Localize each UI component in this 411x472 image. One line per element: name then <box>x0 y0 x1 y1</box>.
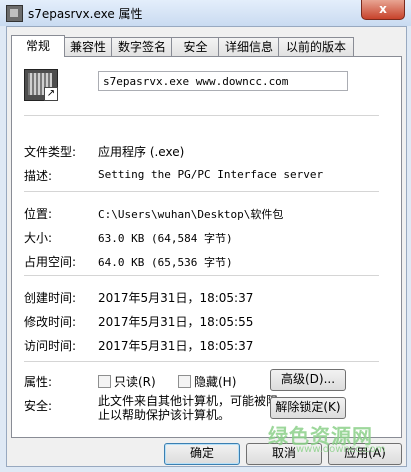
accessed-value: 2017年5月31日，18:05:37 <box>98 339 254 353</box>
apply-button[interactable]: 应用(A) <box>328 443 402 465</box>
shortcut-arrow-icon: ↗ <box>44 87 58 101</box>
hidden-checkbox[interactable] <box>178 375 191 388</box>
location-value: C:\Users\wuhan\Desktop\软件包 <box>98 208 284 221</box>
unblock-button[interactable]: 解除锁定(K) <box>270 397 346 419</box>
close-button[interactable]: x <box>361 0 405 20</box>
window-title: s7epasrvx.exe 属性 <box>28 7 143 21</box>
security-label: 安全: <box>24 399 53 413</box>
separator <box>24 361 379 362</box>
file-type-value: 应用程序 (.exe) <box>98 145 185 159</box>
modified-value: 2017年5月31日，18:05:55 <box>98 315 254 329</box>
advanced-button[interactable]: 高级(D)... <box>270 369 346 391</box>
separator <box>24 275 379 276</box>
created-label: 创建时间: <box>24 291 77 305</box>
readonly-label[interactable]: 只读(R) <box>114 373 156 390</box>
general-panel: ↗ s7epasrvx.exe www.downcc.com 文件类型: 应用程… <box>11 56 402 438</box>
tab-compatibility[interactable]: 兼容性 <box>63 37 113 56</box>
security-warning-text: 此文件来自其他计算机，可能被阻止以帮助保护该计算机。 <box>98 394 279 422</box>
title-bar: s7epasrvx.exe 属性 x <box>0 0 411 26</box>
dialog-frame: 常规 兼容性 数字签名 安全 详细信息 以前的版本 ↗ s7epasrvx.ex… <box>6 26 407 467</box>
disk-size-label: 占用空间: <box>24 255 77 269</box>
description-value: Setting the PG/PC Interface server <box>98 168 324 181</box>
disk-size-value: 64.0 KB (65,536 字节) <box>98 256 233 269</box>
hidden-label[interactable]: 隐藏(H) <box>194 373 236 390</box>
tab-details[interactable]: 详细信息 <box>218 37 280 56</box>
description-label: 描述: <box>24 169 53 183</box>
separator <box>24 191 379 192</box>
size-value: 63.0 KB (64,584 字节) <box>98 232 233 245</box>
created-value: 2017年5月31日，18:05:37 <box>98 291 254 305</box>
location-label: 位置: <box>24 207 53 221</box>
tab-security[interactable]: 安全 <box>171 37 220 56</box>
attributes-label: 属性: <box>24 375 53 389</box>
tab-general[interactable]: 常规 <box>11 35 65 57</box>
readonly-checkbox[interactable] <box>98 375 111 388</box>
separator <box>24 115 379 116</box>
size-label: 大小: <box>24 231 53 245</box>
file-type-label: 文件类型: <box>24 145 77 159</box>
file-name-input[interactable]: s7epasrvx.exe www.downcc.com <box>98 71 348 91</box>
accessed-label: 访问时间: <box>24 339 77 353</box>
tab-digital-signature[interactable]: 数字签名 <box>111 37 173 56</box>
file-icon: ↗ <box>24 69 58 101</box>
modified-label: 修改时间: <box>24 315 77 329</box>
tab-previous-versions[interactable]: 以前的版本 <box>278 37 354 56</box>
ok-button[interactable]: 确定 <box>164 443 240 465</box>
app-icon <box>6 5 23 22</box>
cancel-button[interactable]: 取消 <box>246 443 322 465</box>
